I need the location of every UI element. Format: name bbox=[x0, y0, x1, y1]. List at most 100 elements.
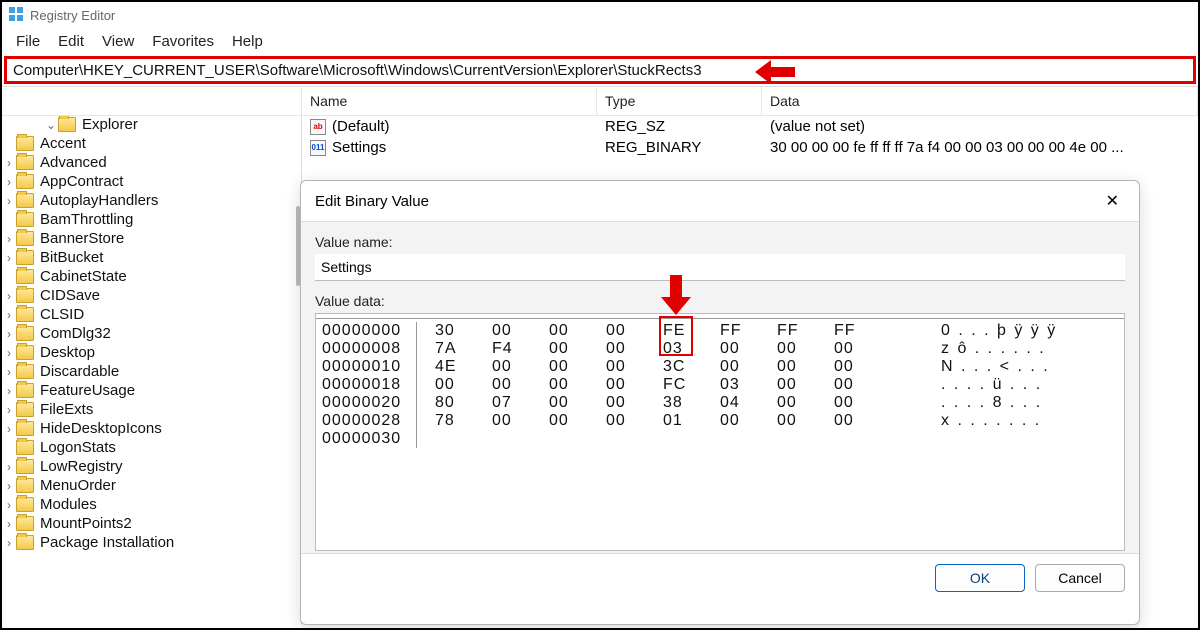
folder-icon bbox=[16, 478, 34, 493]
tree-node[interactable]: ›MountPoints2 bbox=[2, 515, 301, 534]
chevron-right-icon[interactable]: › bbox=[2, 536, 16, 550]
folder-icon bbox=[16, 174, 34, 189]
address-text: Computer\HKEY_CURRENT_USER\Software\Micr… bbox=[13, 62, 702, 79]
tree-node[interactable]: ›LowRegistry bbox=[2, 458, 301, 477]
tree-node[interactable]: ›MenuOrder bbox=[2, 477, 301, 496]
chevron-right-icon[interactable]: › bbox=[2, 156, 16, 170]
col-type[interactable]: Type bbox=[597, 87, 762, 115]
folder-icon bbox=[16, 364, 34, 379]
chevron-down-icon[interactable]: ⌄ bbox=[44, 118, 58, 132]
folder-icon bbox=[16, 345, 34, 360]
col-name[interactable]: Name bbox=[302, 87, 597, 115]
tree-node[interactable]: ›FileExts bbox=[2, 401, 301, 420]
tree-panel[interactable]: ⌄ Explorer Accent›Advanced›AppContract›A… bbox=[2, 116, 302, 624]
hex-row[interactable]: 00000030 bbox=[322, 430, 1118, 448]
folder-icon bbox=[16, 421, 34, 436]
folder-icon bbox=[16, 193, 34, 208]
folder-icon bbox=[16, 497, 34, 512]
hex-editor[interactable]: 0000000030000000FEFFFFFF0 . . . þ ÿ ÿ ÿ0… bbox=[315, 313, 1125, 551]
chevron-right-icon[interactable]: › bbox=[2, 232, 16, 246]
folder-icon bbox=[16, 459, 34, 474]
chevron-right-icon[interactable]: › bbox=[2, 365, 16, 379]
folder-icon bbox=[16, 136, 34, 151]
hex-row[interactable]: 000000087AF4000003000000z ô . . . . . . bbox=[322, 340, 1118, 358]
value-row[interactable]: 011SettingsREG_BINARY30 00 00 00 fe ff f… bbox=[302, 137, 1198, 158]
tree-node-explorer[interactable]: ⌄ Explorer bbox=[2, 116, 301, 135]
col-data[interactable]: Data bbox=[762, 87, 1198, 115]
chevron-right-icon[interactable]: › bbox=[2, 308, 16, 322]
chevron-right-icon[interactable]: › bbox=[2, 479, 16, 493]
hex-row[interactable]: 0000000030000000FEFFFFFF0 . . . þ ÿ ÿ ÿ bbox=[322, 322, 1118, 340]
chevron-right-icon[interactable]: › bbox=[2, 346, 16, 360]
folder-icon bbox=[58, 117, 76, 132]
menu-favorites[interactable]: Favorites bbox=[152, 33, 214, 50]
annotation-arrow-address bbox=[755, 57, 795, 91]
annotation-arrow-hex bbox=[659, 275, 693, 320]
folder-icon bbox=[16, 269, 34, 284]
chevron-right-icon[interactable]: › bbox=[2, 403, 16, 417]
chevron-right-icon[interactable]: › bbox=[2, 498, 16, 512]
folder-icon bbox=[16, 212, 34, 227]
hex-row[interactable]: 0000001800000000FC030000. . . . ü . . . bbox=[322, 376, 1118, 394]
tree-node[interactable]: ›CIDSave bbox=[2, 287, 301, 306]
chevron-right-icon[interactable]: › bbox=[2, 517, 16, 531]
menu-file[interactable]: File bbox=[16, 33, 40, 50]
tree-node[interactable]: LogonStats bbox=[2, 439, 301, 458]
cancel-button[interactable]: Cancel bbox=[1035, 564, 1125, 592]
menu-edit[interactable]: Edit bbox=[58, 33, 84, 50]
value-name-input[interactable] bbox=[315, 254, 1125, 281]
folder-icon bbox=[16, 440, 34, 455]
tree-node[interactable]: CabinetState bbox=[2, 268, 301, 287]
annotation-highlight-byte bbox=[659, 316, 693, 356]
window-titlebar: Registry Editor bbox=[2, 2, 1198, 29]
tree-node[interactable]: ›Advanced bbox=[2, 154, 301, 173]
menu-view[interactable]: View bbox=[102, 33, 134, 50]
dialog-title: Edit Binary Value bbox=[315, 193, 429, 210]
tree-node[interactable]: ›BannerStore bbox=[2, 230, 301, 249]
app-icon bbox=[8, 6, 24, 25]
close-icon[interactable]: ✕ bbox=[1100, 191, 1125, 211]
folder-icon bbox=[16, 250, 34, 265]
tree-node[interactable]: ›ComDlg32 bbox=[2, 325, 301, 344]
chevron-right-icon[interactable]: › bbox=[2, 384, 16, 398]
folder-icon bbox=[16, 288, 34, 303]
chevron-right-icon[interactable]: › bbox=[2, 327, 16, 341]
folder-icon bbox=[16, 535, 34, 550]
folder-icon bbox=[16, 231, 34, 246]
tree-node[interactable]: Accent bbox=[2, 135, 301, 154]
tree-node[interactable]: ›Package Installation bbox=[2, 534, 301, 553]
chevron-right-icon[interactable]: › bbox=[2, 175, 16, 189]
chevron-right-icon[interactable]: › bbox=[2, 460, 16, 474]
folder-icon bbox=[16, 155, 34, 170]
folder-icon bbox=[16, 307, 34, 322]
menu-bar: File Edit View Favorites Help bbox=[2, 29, 1198, 56]
menu-help[interactable]: Help bbox=[232, 33, 263, 50]
chevron-right-icon[interactable]: › bbox=[2, 422, 16, 436]
binary-value-icon: 011 bbox=[310, 140, 326, 156]
tree-node[interactable]: ›CLSID bbox=[2, 306, 301, 325]
hex-row[interactable]: 000000104E0000003C000000N . . . < . . . bbox=[322, 358, 1118, 376]
tree-node[interactable]: ›Discardable bbox=[2, 363, 301, 382]
value-data-label: Value data: bbox=[315, 293, 1125, 309]
tree-node[interactable]: ›FeatureUsage bbox=[2, 382, 301, 401]
tree-node[interactable]: ›Desktop bbox=[2, 344, 301, 363]
ok-button[interactable]: OK bbox=[935, 564, 1025, 592]
folder-icon bbox=[16, 516, 34, 531]
hex-row[interactable]: 000000208007000038040000. . . . 8 . . . bbox=[322, 394, 1118, 412]
tree-node[interactable]: ›Modules bbox=[2, 496, 301, 515]
edit-binary-dialog: Edit Binary Value ✕ Value name: Value da… bbox=[300, 180, 1140, 625]
value-name-label: Value name: bbox=[315, 234, 1125, 250]
hex-row[interactable]: 000000287800000001000000x . . . . . . . bbox=[322, 412, 1118, 430]
chevron-right-icon[interactable]: › bbox=[2, 289, 16, 303]
tree-node[interactable]: ›AutoplayHandlers bbox=[2, 192, 301, 211]
tree-node[interactable]: ›AppContract bbox=[2, 173, 301, 192]
value-row[interactable]: ab(Default)REG_SZ(value not set) bbox=[302, 116, 1198, 137]
chevron-right-icon[interactable]: › bbox=[2, 194, 16, 208]
tree-node[interactable]: BamThrottling bbox=[2, 211, 301, 230]
folder-icon bbox=[16, 383, 34, 398]
string-value-icon: ab bbox=[310, 119, 326, 135]
tree-node[interactable]: ›HideDesktopIcons bbox=[2, 420, 301, 439]
chevron-right-icon[interactable]: › bbox=[2, 251, 16, 265]
address-bar[interactable]: Computer\HKEY_CURRENT_USER\Software\Micr… bbox=[4, 56, 1196, 84]
tree-node[interactable]: ›BitBucket bbox=[2, 249, 301, 268]
